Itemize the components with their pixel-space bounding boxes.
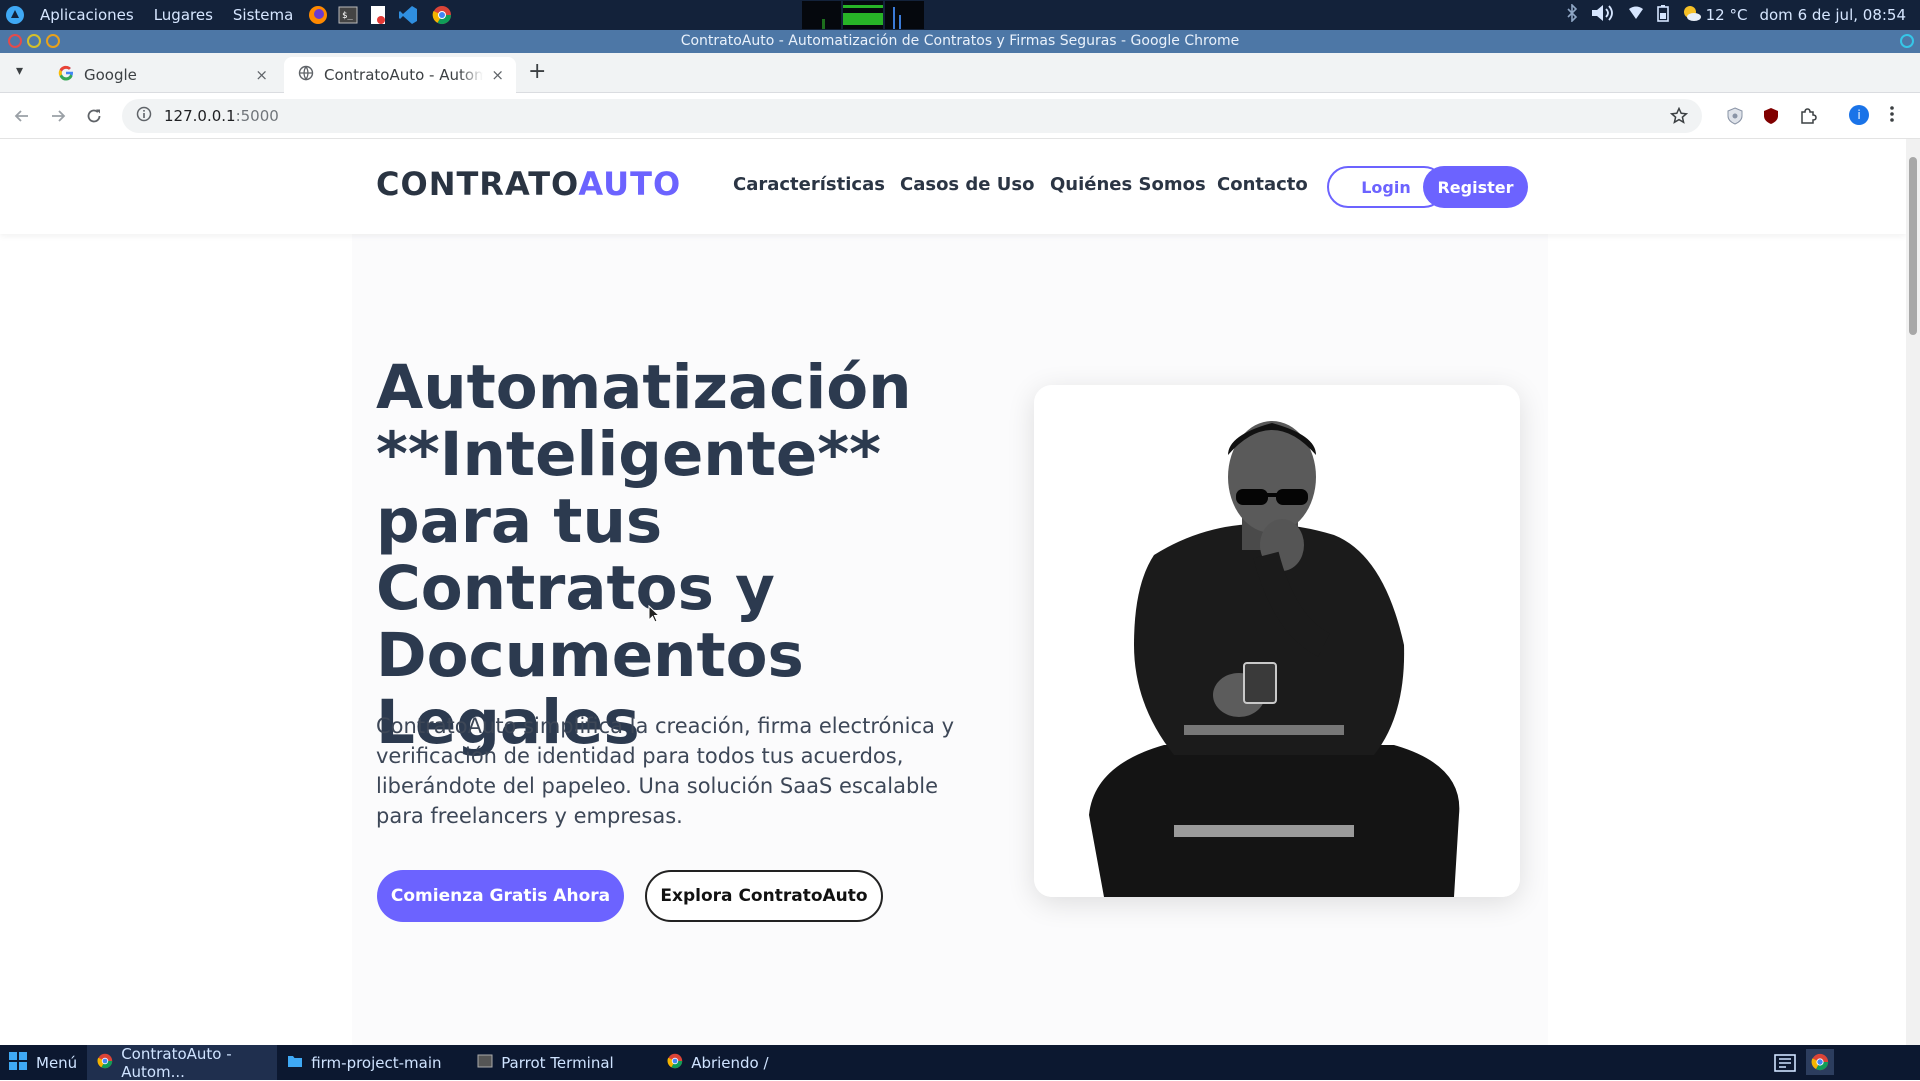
- taskbar-menu-label: Menú: [36, 1053, 78, 1072]
- terminal-icon[interactable]: $_: [337, 4, 359, 26]
- shield-extension-icon[interactable]: [1727, 107, 1743, 129]
- nav-contacto[interactable]: Contacto: [1217, 174, 1308, 195]
- chrome-icon: [667, 1053, 683, 1073]
- taskbar-item-label: Abriendo /: [691, 1053, 769, 1072]
- register-button[interactable]: Register: [1423, 166, 1528, 208]
- chrome-launcher-icon[interactable]: [431, 4, 453, 26]
- tab-contratoauto[interactable]: ContratoAuto - Automatiz ×: [284, 57, 516, 93]
- tray-chrome-icon[interactable]: [1806, 1049, 1834, 1075]
- weather-icon[interactable]: [1682, 4, 1702, 26]
- taskbar-item-label: firm-project-main: [311, 1053, 442, 1072]
- logo-text-accent: AUTO: [578, 165, 682, 203]
- svg-text:$_: $_: [342, 11, 353, 21]
- taskbar-item-terminal[interactable]: Parrot Terminal: [467, 1045, 657, 1080]
- tab-close-icon[interactable]: ×: [255, 66, 268, 84]
- battery-icon[interactable]: [1656, 4, 1670, 26]
- nav-casos-de-uso[interactable]: Casos de Uso: [900, 174, 1034, 195]
- site-logo[interactable]: CONTRATOAUTO: [376, 165, 681, 203]
- window-title-bar: ContratoAuto - Automatización de Contrat…: [0, 30, 1920, 53]
- nav-quienes-somos[interactable]: Quiénes Somos: [1050, 174, 1206, 195]
- menu-lugares[interactable]: Lugares: [144, 6, 223, 24]
- hero-image: [1034, 385, 1520, 897]
- profile-avatar-icon[interactable]: i: [1849, 105, 1869, 125]
- wifi-icon[interactable]: [1628, 6, 1644, 24]
- chrome-icon: [97, 1053, 113, 1073]
- url-port: :5000: [235, 107, 279, 125]
- browser-toolbar: 127.0.0.1:5000 i: [0, 93, 1920, 139]
- hero-title: Automatización **Inteligente** para tus …: [376, 352, 912, 758]
- taskbar-item-opening[interactable]: Abriendo /: [657, 1045, 847, 1080]
- vscode-icon[interactable]: [397, 4, 419, 26]
- globe-favicon-icon: [298, 65, 314, 85]
- extensions-puzzle-icon[interactable]: [1799, 107, 1817, 129]
- tab-close-icon[interactable]: ×: [491, 66, 504, 84]
- cta-primary-button[interactable]: Comienza Gratis Ahora: [377, 870, 624, 922]
- site-header: CONTRATOAUTO Características Casos de Us…: [0, 139, 1906, 234]
- workspace-switcher-icon[interactable]: [1774, 1053, 1796, 1077]
- tab-title: Google: [84, 66, 137, 84]
- hero-subtitle: ContratoAuto simplifica la creación, fir…: [376, 714, 955, 828]
- taskbar-item-label: Parrot Terminal: [501, 1053, 614, 1072]
- menu-sistema[interactable]: Sistema: [223, 6, 303, 24]
- window-maximize-button[interactable]: [46, 34, 60, 48]
- text-editor-icon[interactable]: [367, 4, 389, 26]
- taskbar-menu-button[interactable]: Menú: [0, 1045, 87, 1080]
- new-tab-button[interactable]: +: [528, 59, 546, 84]
- terminal-icon: [477, 1054, 493, 1072]
- browser-menu-icon[interactable]: [1890, 105, 1894, 127]
- nav-caracteristicas[interactable]: Características: [733, 174, 885, 195]
- window-corner-icon[interactable]: [1900, 34, 1914, 48]
- taskbar-item-label: ContratoAuto - Autom...: [121, 1044, 232, 1081]
- url-host: 127.0.0.1: [164, 107, 236, 125]
- firefox-icon[interactable]: [307, 4, 329, 26]
- browser-tab-strip: ▾ Google × ContratoAuto - Automatiz × +: [0, 53, 1920, 93]
- menu-aplicaciones[interactable]: Aplicaciones: [30, 6, 144, 24]
- tab-google[interactable]: Google ×: [44, 57, 280, 93]
- site-info-icon[interactable]: [136, 106, 152, 126]
- system-monitor-graph: [802, 1, 924, 29]
- tab-search-chevron-icon[interactable]: ▾: [16, 63, 23, 79]
- page-viewport: CONTRATOAUTO Características Casos de Us…: [0, 139, 1906, 1045]
- volume-icon[interactable]: [1590, 3, 1616, 27]
- address-bar[interactable]: 127.0.0.1:5000: [122, 99, 1702, 133]
- folder-icon: [287, 1054, 303, 1072]
- back-arrow-icon[interactable]: [4, 98, 40, 134]
- bottom-taskbar: Menú ContratoAuto - Autom... firm-projec…: [0, 1044, 1920, 1081]
- weather-temperature[interactable]: 12 °C: [1706, 6, 1748, 24]
- system-top-panel: Aplicaciones Lugares Sistema $_ 12 °C do…: [0, 0, 1920, 30]
- reload-icon[interactable]: [76, 98, 112, 134]
- mouse-cursor-icon: [648, 604, 661, 627]
- logo-text-main: CONTRATO: [376, 165, 579, 203]
- window-close-button[interactable]: [8, 34, 22, 48]
- menu-grid-icon: [8, 1051, 28, 1075]
- ublock-extension-icon[interactable]: [1763, 107, 1779, 129]
- scrollbar-thumb[interactable]: [1909, 157, 1917, 335]
- window-minimize-button[interactable]: [27, 34, 41, 48]
- clock-datetime[interactable]: dom 6 de jul, 08:54: [1759, 6, 1906, 24]
- seated-man-photo: [1034, 385, 1520, 897]
- window-title: ContratoAuto - Automatización de Contrat…: [680, 33, 1240, 49]
- cta-secondary-button[interactable]: Explora ContratoAuto: [645, 870, 883, 922]
- forward-arrow-icon[interactable]: [40, 98, 76, 134]
- page-scrollbar[interactable]: [1906, 139, 1920, 1045]
- bluetooth-icon[interactable]: [1566, 3, 1578, 26]
- google-favicon-icon: [58, 65, 74, 85]
- parrot-logo-icon[interactable]: [4, 4, 26, 26]
- bookmark-star-icon[interactable]: [1669, 106, 1689, 129]
- tab-title: ContratoAuto - Automatiz: [324, 66, 484, 84]
- taskbar-item-folder[interactable]: firm-project-main: [277, 1045, 467, 1080]
- taskbar-item-chrome[interactable]: ContratoAuto - Autom...: [87, 1044, 278, 1081]
